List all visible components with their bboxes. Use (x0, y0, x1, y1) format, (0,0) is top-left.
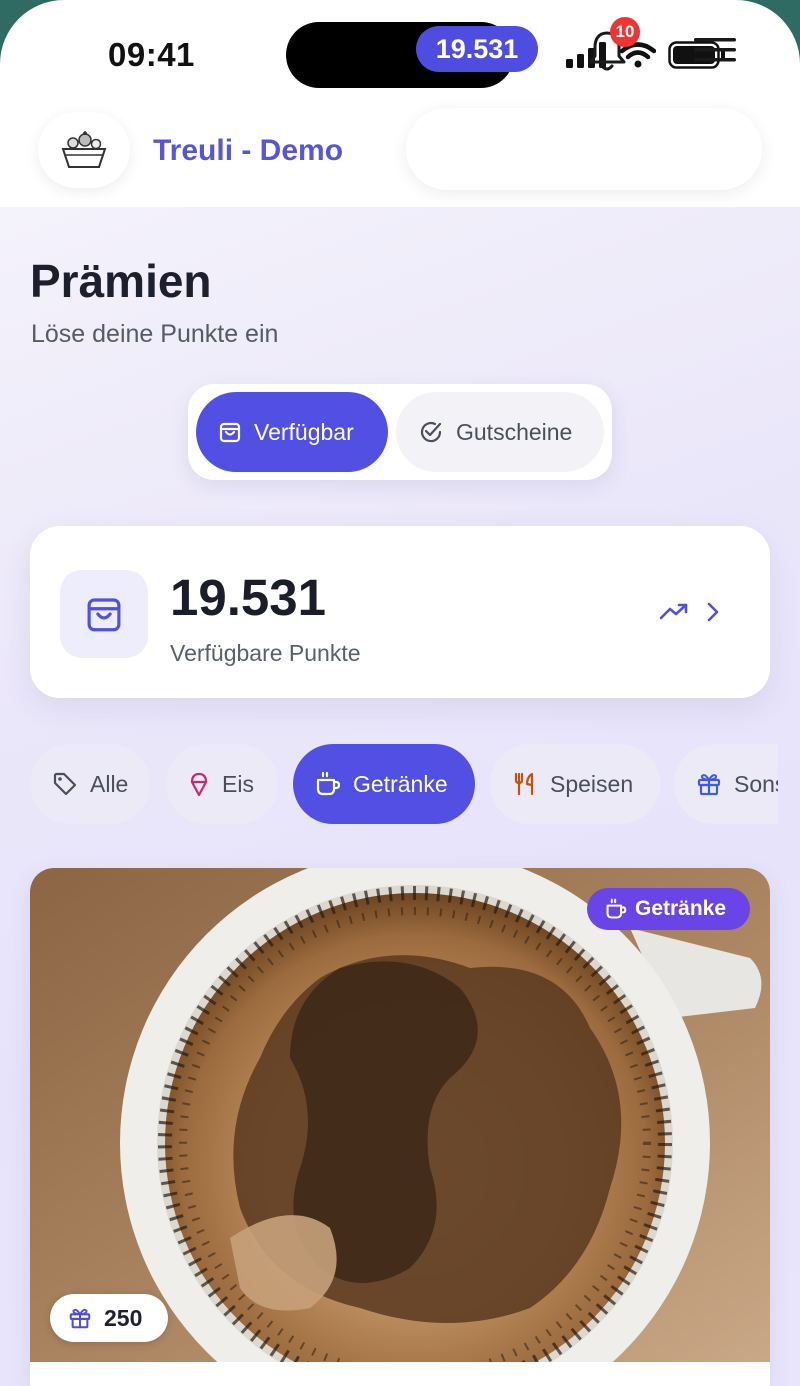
points-label: Verfügbare Punkte (170, 640, 361, 666)
reward-category-label: Getränke (635, 897, 727, 920)
reward-category-badge: Getränke (587, 888, 750, 930)
points-badge[interactable]: 19.531 (416, 26, 538, 72)
points-card[interactable]: 19.531 Verfügbare Punkte (30, 526, 770, 698)
reward-cost-badge: 250 (50, 1294, 168, 1342)
chip-label: Speisen (550, 770, 634, 797)
coffee-cup-icon (316, 771, 341, 796)
tab-label: Gutscheine (456, 418, 573, 445)
chevron-right-icon (708, 602, 719, 622)
category-chips: Alle Eis Getränke Speisen Son (30, 744, 778, 826)
check-circle-icon (420, 421, 442, 443)
page-title: Prämien (30, 255, 212, 307)
app-logo[interactable] (38, 112, 130, 188)
brand-name[interactable]: Treuli - Demo (153, 134, 343, 168)
fork-knife-icon (514, 772, 534, 796)
reward-tabs: Verfügbar Gutscheine (188, 384, 612, 480)
coffee-photo (30, 868, 770, 1362)
logo-icon (61, 131, 107, 168)
trending-up-icon (659, 603, 688, 620)
tag-icon (53, 772, 77, 796)
notification-count-badge: 10 (610, 17, 640, 47)
tab-label: Verfügbar (254, 418, 354, 445)
ice-cream-icon (190, 772, 208, 797)
points-value: 19.531 (170, 569, 326, 626)
header-actions (406, 108, 762, 190)
points-card-icon-wrap (60, 570, 148, 658)
reward-cost: 250 (104, 1304, 143, 1331)
hamburger-menu-icon[interactable] (694, 36, 736, 64)
chip-label: Eis (222, 770, 254, 797)
gift-icon (697, 774, 721, 796)
page-subtitle: Löse deine Punkte ein (31, 320, 279, 348)
reward-card[interactable]: Getränke 250 (30, 868, 770, 1386)
chip-speisen[interactable]: Speisen (490, 744, 660, 824)
status-time: 09:41 (108, 36, 195, 73)
phone-screen: 09:41 Treuli - Demo 19.531 10 Prämien Lö… (0, 0, 800, 1386)
chip-getraenke[interactable]: Getränke (293, 744, 475, 824)
coffee-cup-icon (606, 898, 627, 919)
chip-eis[interactable]: Eis (166, 744, 278, 824)
app-header: Treuli - Demo (0, 100, 800, 207)
chip-label: Alle (90, 770, 129, 797)
shopping-bag-icon (219, 422, 241, 443)
chip-sonstiges[interactable]: Sons (674, 744, 778, 824)
tab-gutscheine[interactable]: Gutscheine (396, 392, 604, 472)
shopping-bag-icon (87, 598, 121, 632)
chip-label: Getränke (353, 770, 448, 797)
tab-verfuegbar[interactable]: Verfügbar (196, 392, 388, 472)
points-card-actions[interactable] (658, 600, 724, 629)
chip-alle[interactable]: Alle (30, 744, 150, 824)
gift-icon (69, 1308, 91, 1329)
chip-label: Sons (734, 770, 778, 797)
